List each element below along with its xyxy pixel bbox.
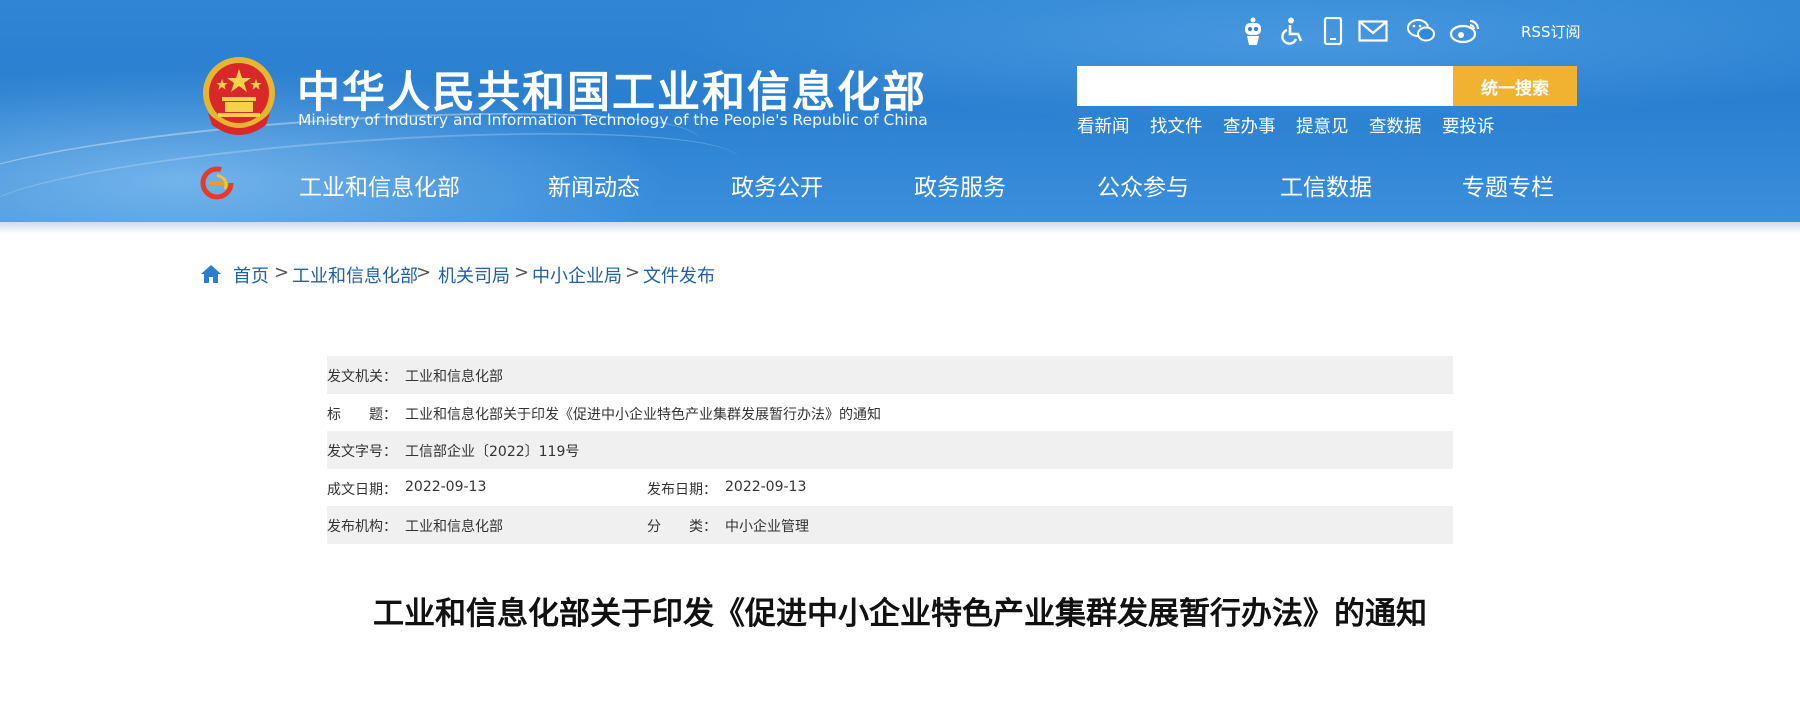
- meta-label: 发文机关：: [327, 369, 397, 385]
- meta-label: 发布日期：: [647, 481, 717, 498]
- nav-item-gov-services[interactable]: 政务服务: [914, 168, 1006, 202]
- nav-item-news[interactable]: 新闻动态: [548, 168, 640, 202]
- national-emblem-icon[interactable]: [200, 55, 278, 137]
- accessibility-icon[interactable]: [1276, 14, 1310, 48]
- breadcrumb-ministry[interactable]: 工业和信息化部: [292, 262, 418, 288]
- quick-link-data[interactable]: 查数据: [1369, 113, 1422, 138]
- meta-row-issuer: 发文机关： 工业和信息化部: [327, 356, 1453, 394]
- nav-item-special[interactable]: 专题专栏: [1462, 168, 1554, 202]
- meta-row-publisher: 发布机构： 工业和信息化部 分 类： 中小企业管理: [327, 506, 1453, 544]
- meta-label: 标 题：: [327, 406, 397, 423]
- meta-value: 2022-09-13: [405, 478, 487, 495]
- robot-icon[interactable]: [1236, 14, 1270, 48]
- quick-link-feedback[interactable]: 提意见: [1296, 113, 1349, 138]
- meta-value: 工业和信息化部关于印发《促进中小企业特色产业集群发展暂行办法》的通知: [405, 406, 881, 423]
- breadcrumb-separator: >: [416, 262, 432, 283]
- rss-link[interactable]: RSS订阅: [1521, 21, 1580, 42]
- nav-item-ministry[interactable]: 工业和信息化部: [299, 168, 460, 202]
- breadcrumb-sme-bureau[interactable]: 中小企业局: [532, 262, 622, 288]
- quick-link-news[interactable]: 看新闻: [1077, 113, 1130, 138]
- search-button[interactable]: 统一搜索: [1453, 66, 1577, 106]
- meta-row-title: 标 题： 工业和信息化部关于印发《促进中小企业特色产业集群发展暂行办法》的通知: [327, 394, 1453, 432]
- site-header: 中华人民共和国工业和信息化部 Ministry of Industry and …: [0, 0, 1800, 222]
- nav-item-public[interactable]: 公众参与: [1097, 168, 1189, 202]
- nav-item-gov-affairs[interactable]: 政务公开: [731, 168, 823, 202]
- meta-row-doc-number: 发文字号： 工信部企业〔2022〕119号: [327, 431, 1453, 469]
- meta-row-dates: 成文日期： 2022-09-13 发布日期： 2022-09-13: [327, 469, 1453, 507]
- meta-label: 发文字号：: [327, 444, 397, 460]
- meta-value: 工业和信息化部: [405, 369, 503, 385]
- meta-value: 工业和信息化部: [405, 519, 503, 535]
- breadcrumb-separator: >: [274, 262, 290, 283]
- header-shadow: [0, 222, 1800, 234]
- wechat-icon[interactable]: [1404, 14, 1438, 48]
- meta-label: 发布机构：: [327, 519, 397, 535]
- meta-label: 分 类：: [647, 519, 717, 535]
- meta-value: 2022-09-13: [725, 478, 807, 495]
- breadcrumb-file-release[interactable]: 文件发布: [643, 262, 715, 288]
- document-title: 工业和信息化部关于印发《促进中小企业特色产业集群发展暂行办法》的通知: [373, 596, 1427, 632]
- search-input[interactable]: [1077, 66, 1453, 106]
- breadcrumb-separator: >: [625, 262, 641, 283]
- meta-label: 成文日期：: [327, 481, 397, 498]
- weibo-icon[interactable]: [1448, 14, 1482, 48]
- document-meta-table: 发文机关： 工业和信息化部 标 题： 工业和信息化部关于印发《促进中小企业特色产…: [327, 356, 1453, 544]
- quick-link-complaint[interactable]: 要投诉: [1442, 113, 1495, 138]
- home-icon[interactable]: [200, 264, 222, 284]
- quick-link-files[interactable]: 找文件: [1150, 113, 1203, 138]
- meta-value: 中小企业管理: [725, 519, 809, 535]
- breadcrumb-separator: >: [514, 262, 530, 283]
- mail-icon[interactable]: [1356, 14, 1390, 48]
- breadcrumb-departments[interactable]: 机关司局: [438, 262, 510, 288]
- main-nav: 工业和信息化部 新闻动态 政务公开 政务服务 公众参与 工信数据 专题专栏: [0, 164, 1800, 204]
- mobile-icon[interactable]: [1316, 14, 1350, 48]
- meta-value: 工信部企业〔2022〕119号: [405, 444, 580, 460]
- nav-item-data[interactable]: 工信数据: [1280, 168, 1372, 202]
- site-subtitle: Ministry of Industry and Information Tec…: [298, 111, 928, 129]
- quick-link-services[interactable]: 查办事: [1223, 113, 1276, 138]
- breadcrumb-home[interactable]: 首页: [233, 262, 269, 288]
